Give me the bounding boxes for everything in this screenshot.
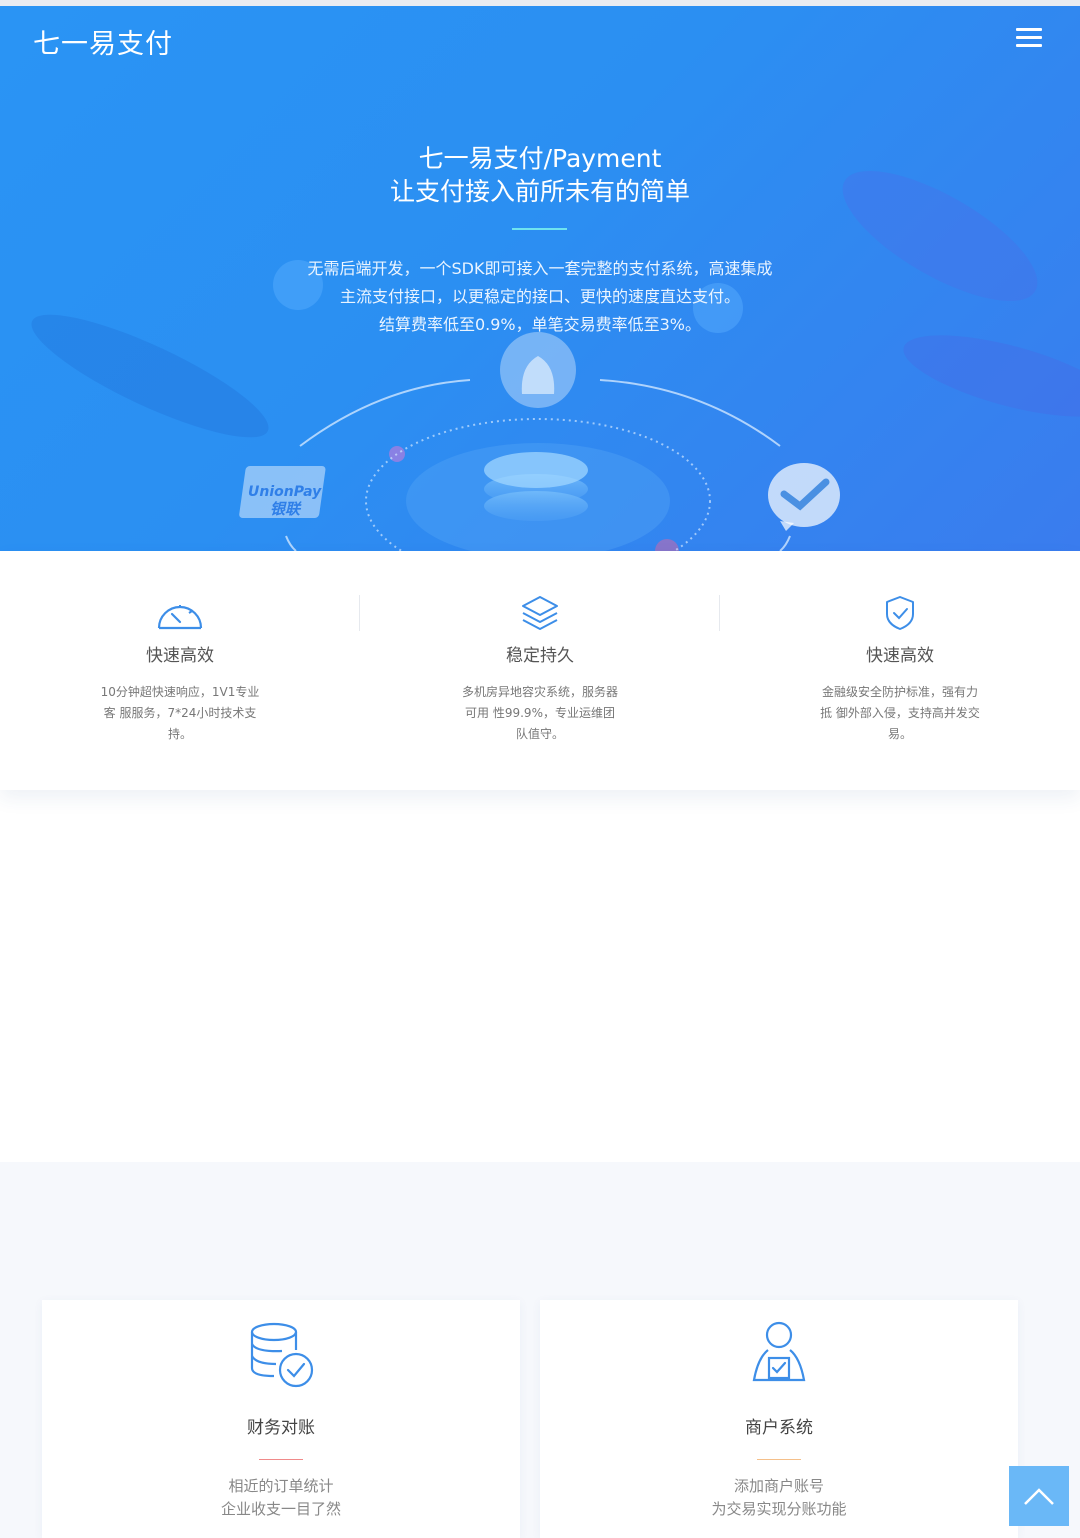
hero-subtitle: 让支付接入前所未有的简单 — [389, 177, 690, 206]
hero-description: 无需后端开发，一个SDK即可接入一套完整的支付系统，高速集成主流支付接口，以更稳… — [300, 255, 780, 339]
card-desc: 添加商户账号 为交易实现分账功能 — [540, 1475, 1018, 1521]
decor-dot-3 — [389, 446, 405, 462]
merchant-user-icon — [752, 1321, 806, 1382]
layers-icon — [522, 596, 558, 630]
card-title: 商户系统 — [745, 1418, 813, 1438]
feature-title: 快速高效 — [866, 646, 934, 666]
orbit-arc-low-l — [285, 535, 297, 551]
hero-desc-line2: 结算费率低至0.9%，单笔交易费率低至3%。 — [378, 315, 702, 334]
shield-check-icon — [886, 596, 914, 630]
svg-text:UnionPay: UnionPay — [248, 484, 322, 500]
card-desc: 相近的订单统计 企业收支一目了然 — [42, 1475, 520, 1521]
service-card[interactable]: 财务对账 相近的订单统计 企业收支一目了然 — [42, 1300, 520, 1538]
speedometer-icon — [157, 605, 203, 630]
decor-blob-left — [31, 314, 269, 438]
decor-blob-right2 — [903, 335, 1080, 417]
database-check-icon — [250, 1322, 314, 1388]
feature-desc: 多机房异地容灾系统，服务器可用 性99.9%，专业运维团队值守。 — [461, 685, 618, 741]
chevron-up-icon — [1024, 1488, 1054, 1505]
card-desc-line2: 企业收支一目了然 — [220, 1500, 341, 1518]
service-card[interactable]: 商户系统 添加商户账号 为交易实现分账功能 — [540, 1300, 1018, 1538]
feature-title: 快速高效 — [146, 646, 214, 666]
hero-title: 七一易支付/Payment — [418, 144, 662, 173]
feature-item: 快速高效 10分钟超快速响应，1V1专业客 服服务，7*24小时技术支持。 — [0, 551, 360, 790]
wechat-pay-logo — [768, 463, 840, 531]
feature-desc: 10分钟超快速响应，1V1专业客 服服务，7*24小时技术支持。 — [100, 685, 260, 741]
card-title: 财务对账 — [247, 1418, 315, 1438]
hero-desc-line1: 无需后端开发，一个SDK即可接入一套完整的支付系统，高速集成主流支付接口，以更稳… — [307, 259, 773, 306]
svg-text:银联: 银联 — [270, 500, 302, 518]
hamburger-menu-icon[interactable] — [1014, 24, 1044, 50]
card-desc-line2: 为交易实现分账功能 — [711, 1500, 847, 1518]
coin-stack-top — [484, 452, 588, 488]
feature-item: 快速高效 金融级安全防护标准，强有力抵 御外部入侵，支持高并发交易。 — [720, 551, 1080, 790]
feature-desc: 金融级安全防护标准，强有力抵 御外部入侵，支持高并发交易。 — [820, 685, 980, 741]
hero-divider — [512, 228, 567, 230]
features-strip: 快速高效 10分钟超快速响应，1V1专业客 服服务，7*24小时技术支持。 稳定… — [0, 551, 1080, 790]
back-to-top-button[interactable] — [1009, 1466, 1069, 1526]
feature-item: 稳定持久 多机房异地容灾系统，服务器可用 性99.9%，专业运维团队值守。 — [360, 551, 720, 790]
card-divider — [259, 1459, 303, 1460]
card-desc-line1: 相近的订单统计 — [228, 1477, 334, 1495]
hero-banner: UnionPay 银联 七一易支付 七一易支付/Payment 让支付接入前所未… — [0, 6, 1080, 551]
feature-title: 稳定持久 — [506, 646, 574, 666]
orbit-arc-low-r — [779, 535, 791, 551]
card-divider — [757, 1459, 801, 1460]
orbit-arc-outer — [299, 379, 471, 447]
brand-logo[interactable]: 七一易支付 — [33, 22, 173, 61]
orbit-arc-outer-r — [599, 379, 781, 447]
decor-dot-4 — [655, 539, 679, 551]
card-desc-line1: 添加商户账号 — [733, 1477, 824, 1495]
